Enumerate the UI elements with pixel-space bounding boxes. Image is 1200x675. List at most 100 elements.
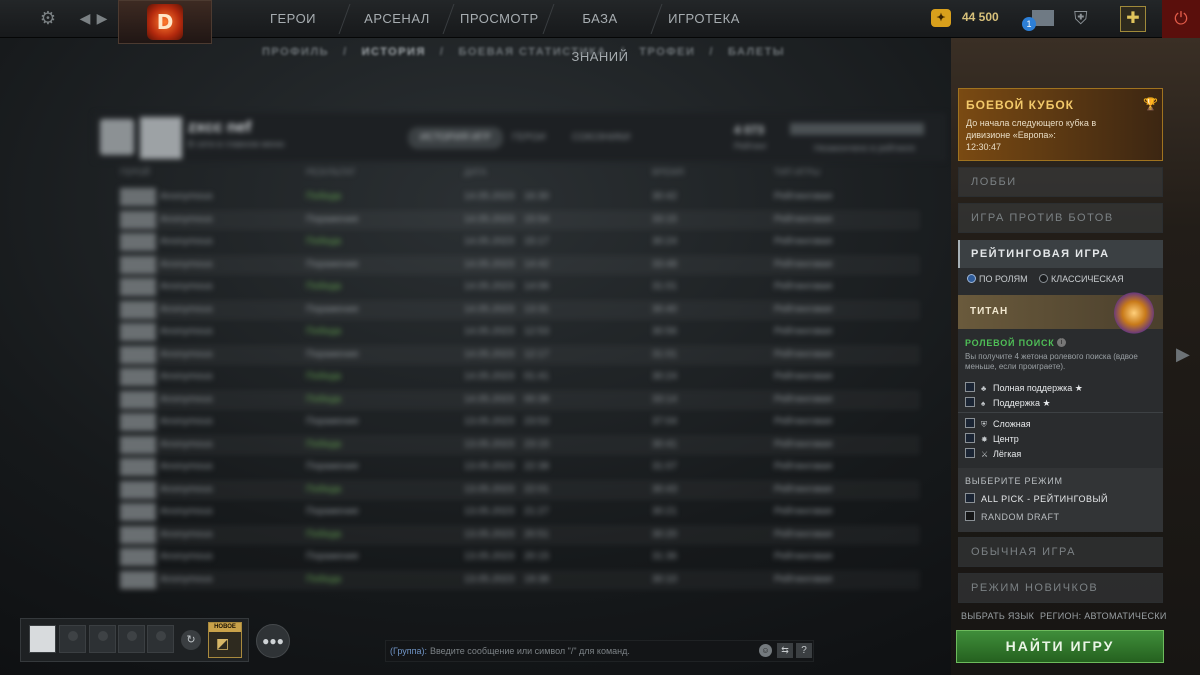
table-row[interactable]: Anonymous Поражение 14.05.2023 13:31 30:40 Ре… (120, 299, 920, 320)
table-row[interactable]: Anonymous Поражение 13.05.2023 21:27 30:21 Ре… (120, 502, 920, 522)
back-arrow-icon[interactable]: ◀ (78, 8, 92, 28)
forward-arrow-icon[interactable]: ▶ (95, 8, 109, 28)
match-time: 00:39 (524, 393, 550, 405)
table-row[interactable]: Anonymous Победа 13.05.2023 20:51 30:20 Рейти… (120, 524, 920, 545)
user-icon (67, 631, 78, 641)
match-type: Рейтинговая (774, 551, 833, 562)
group-icon[interactable]: ●●● (256, 624, 290, 658)
table-row[interactable]: Anonymous Победа 14.05.2023 12:53 30:56 Рейти… (120, 322, 920, 342)
table-row[interactable]: Anonymous Победа 13.05.2023 23:15 30:41 Рейти… (120, 434, 920, 455)
party-slot-empty[interactable] (59, 625, 86, 653)
column-hero[interactable]: ГЕРОЙ (120, 167, 150, 177)
match-date: 14.05.2023 (464, 393, 515, 405)
subnav-history[interactable]: ИСТОРИЯ (362, 46, 426, 66)
mode-newbie-button[interactable]: РЕЖИМ НОВИЧКОВ (958, 573, 1163, 603)
help-icon[interactable]: ? (796, 643, 812, 658)
mode-ranked-button[interactable]: РЕЙТИНГОВАЯ ИГРА (958, 240, 1163, 268)
mode-random-draft[interactable]: RANDOM DRAFT (965, 511, 1060, 522)
table-row[interactable]: Anonymous Победа 14.05.2023 01:41 30:24 Рейти… (120, 367, 920, 387)
table-row[interactable]: Anonymous Поражение 14.05.2023 14:42 33:48 Ре… (120, 254, 920, 275)
region-link[interactable]: РЕГИОН: АВТОМАТИЧЕСКИ (1040, 611, 1167, 621)
checkbox-icon[interactable] (965, 382, 975, 392)
column-date[interactable]: ДАТА (464, 167, 487, 177)
ranked-mode-panel: РЕЙТИНГОВАЯ ИГРА ПО РОЛЯМ КЛАССИЧЕСКАЯ Т… (958, 240, 1163, 532)
table-row[interactable]: Anonymous Поражение 13.05.2023 23:53 37:04 Ре… (120, 412, 920, 432)
checkbox-icon[interactable] (965, 448, 975, 458)
table-row[interactable]: Anonymous Победа 14.05.2023 00:39 33:14 Рейти… (120, 389, 920, 410)
role-safelane[interactable]: ⚔ Лёгкая (965, 447, 1021, 461)
add-friend-icon[interactable]: ✚ (1120, 6, 1146, 32)
role-hard-support[interactable]: ♣ Полная поддержка ★ (965, 381, 1083, 395)
power-icon[interactable]: ⏻ (1162, 0, 1200, 38)
checkbox-icon[interactable] (965, 397, 975, 407)
role-mid[interactable]: ✸ Центр (965, 432, 1019, 446)
mode-lobby-button[interactable]: ЛОББИ (958, 167, 1163, 197)
hero-portrait (120, 525, 156, 544)
new-label: НОВОЕ (209, 623, 241, 632)
table-header: ГЕРОЙ РЕЗУЛЬТАТ ДАТА ВРЕМЯ ТИП ИГРЫ (94, 167, 946, 183)
mode-bots-button[interactable]: ИГРА ПРОТИВ БОТОВ (958, 203, 1163, 233)
expand-arrow-icon[interactable]: ▶ (1176, 344, 1190, 365)
radio-classic[interactable]: КЛАССИЧЕСКАЯ (1039, 274, 1124, 284)
party-slot-empty[interactable] (147, 625, 174, 653)
table-row[interactable]: Anonymous Победа 14.05.2023 15:17 30:24 Рейти… (120, 232, 920, 252)
match-duration: 30:42 (652, 191, 678, 202)
role-divider (958, 412, 1163, 413)
battle-cup-banner[interactable]: БОЕВОЙ КУБОК 🏆 До начала следующего кубк… (958, 88, 1163, 161)
party-slot-self[interactable] (29, 625, 56, 653)
nav-tab-learn[interactable]: БАЗА ЗНАНИЙ (556, 0, 644, 64)
table-row[interactable]: Anonymous Победа 14.05.2023 14:06 31:01 Рейти… (120, 277, 920, 297)
new-event-button[interactable]: НОВОЕ ◩ (208, 622, 242, 658)
checkbox-icon[interactable] (965, 511, 975, 521)
shield-icon[interactable]: ⛨ (1074, 8, 1094, 30)
table-row[interactable]: Anonymous Поражение 13.05.2023 20:15 31:36 Ре… (120, 547, 920, 567)
nav-tab-arcade[interactable]: ИГРОТЕКА (666, 0, 742, 38)
role-support[interactable]: ♠ Поддержка ★ (965, 396, 1051, 410)
mode-all-pick[interactable]: ALL PICK - РЕЙТИНГОВЫЙ (965, 493, 1108, 504)
subnav-ballets[interactable]: БАЛЕТЫ (728, 46, 785, 66)
tab-allies[interactable]: СОЮЗНИКИ (560, 127, 642, 149)
role-offlane[interactable]: ⛨ Сложная (965, 417, 1031, 431)
nav-tab-heroes[interactable]: ГЕРОИ (260, 0, 326, 38)
chat-input[interactable] (430, 643, 750, 659)
hero-name: Anonymous (160, 191, 213, 202)
checkbox-icon[interactable] (965, 433, 975, 443)
refresh-icon[interactable]: ↻ (181, 630, 201, 650)
gear-icon[interactable]: ⚙ (38, 8, 58, 28)
match-duration: 30:24 (652, 236, 678, 247)
match-duration: 37:04 (652, 416, 678, 427)
chat-settings-icon[interactable]: ⇆ (777, 643, 793, 658)
checkbox-icon[interactable] (965, 418, 975, 428)
table-row[interactable]: Anonymous Поражение 13.05.2023 22:38 31:07 Ре… (120, 457, 920, 477)
subnav-profile[interactable]: ПРОФИЛЬ (262, 46, 329, 66)
subnav-stats[interactable]: БОЕВАЯ СТАТИСТИКА (458, 46, 606, 66)
find-game-button[interactable]: НАЙТИ ИГРУ (956, 630, 1164, 663)
tab-match-history[interactable]: ИСТОРИЯ ИГР (408, 127, 503, 149)
radio-by-roles[interactable]: ПО РОЛЯМ (967, 274, 1028, 284)
tab-heroes[interactable]: ГЕРОИ (500, 127, 558, 149)
mode-normal-button[interactable]: ОБЫЧНАЯ ИГРА (958, 537, 1163, 567)
emoji-icon[interactable]: ☺ (759, 644, 772, 657)
coin-icon[interactable]: ✦ (931, 9, 951, 27)
party-slot-empty[interactable] (118, 625, 145, 653)
table-row[interactable]: Anonymous Поражение 14.05.2023 15:54 33:15 Ре… (120, 209, 920, 230)
subnav-trophies[interactable]: ТРОФЕИ (639, 46, 695, 66)
party-slot-empty[interactable] (89, 625, 116, 653)
avatar[interactable] (140, 117, 182, 159)
column-type[interactable]: ТИП ИГРЫ (774, 167, 820, 177)
language-link[interactable]: ВЫБРАТЬ ЯЗЫК (961, 611, 1034, 621)
column-duration[interactable]: ВРЕМЯ (652, 167, 684, 177)
coin-balance[interactable]: 44 500 (962, 10, 999, 24)
dota-logo-button[interactable]: D (118, 0, 212, 44)
nav-tab-watch[interactable]: ПРОСМОТР (460, 0, 538, 38)
chat-channel-label[interactable]: (Группа): (390, 646, 427, 656)
nav-tab-armory[interactable]: АРСЕНАЛ (360, 0, 434, 38)
table-row[interactable]: Anonymous Поражение 14.05.2023 12:17 31:01 Ре… (120, 344, 920, 365)
match-result: Победа (306, 236, 342, 247)
info-icon[interactable]: i (1057, 338, 1066, 347)
checkbox-icon[interactable] (965, 493, 975, 503)
column-result[interactable]: РЕЗУЛЬТАТ (306, 167, 355, 177)
table-row[interactable]: Anonymous Победа 13.05.2023 19:38 30:10 Рейти… (120, 569, 920, 590)
table-row[interactable]: Anonymous Победа 13.05.2023 22:01 30:43 Рейти… (120, 479, 920, 500)
table-row[interactable]: Anonymous Победа 14.05.2023 16:30 30:42 Рейти… (120, 187, 920, 207)
